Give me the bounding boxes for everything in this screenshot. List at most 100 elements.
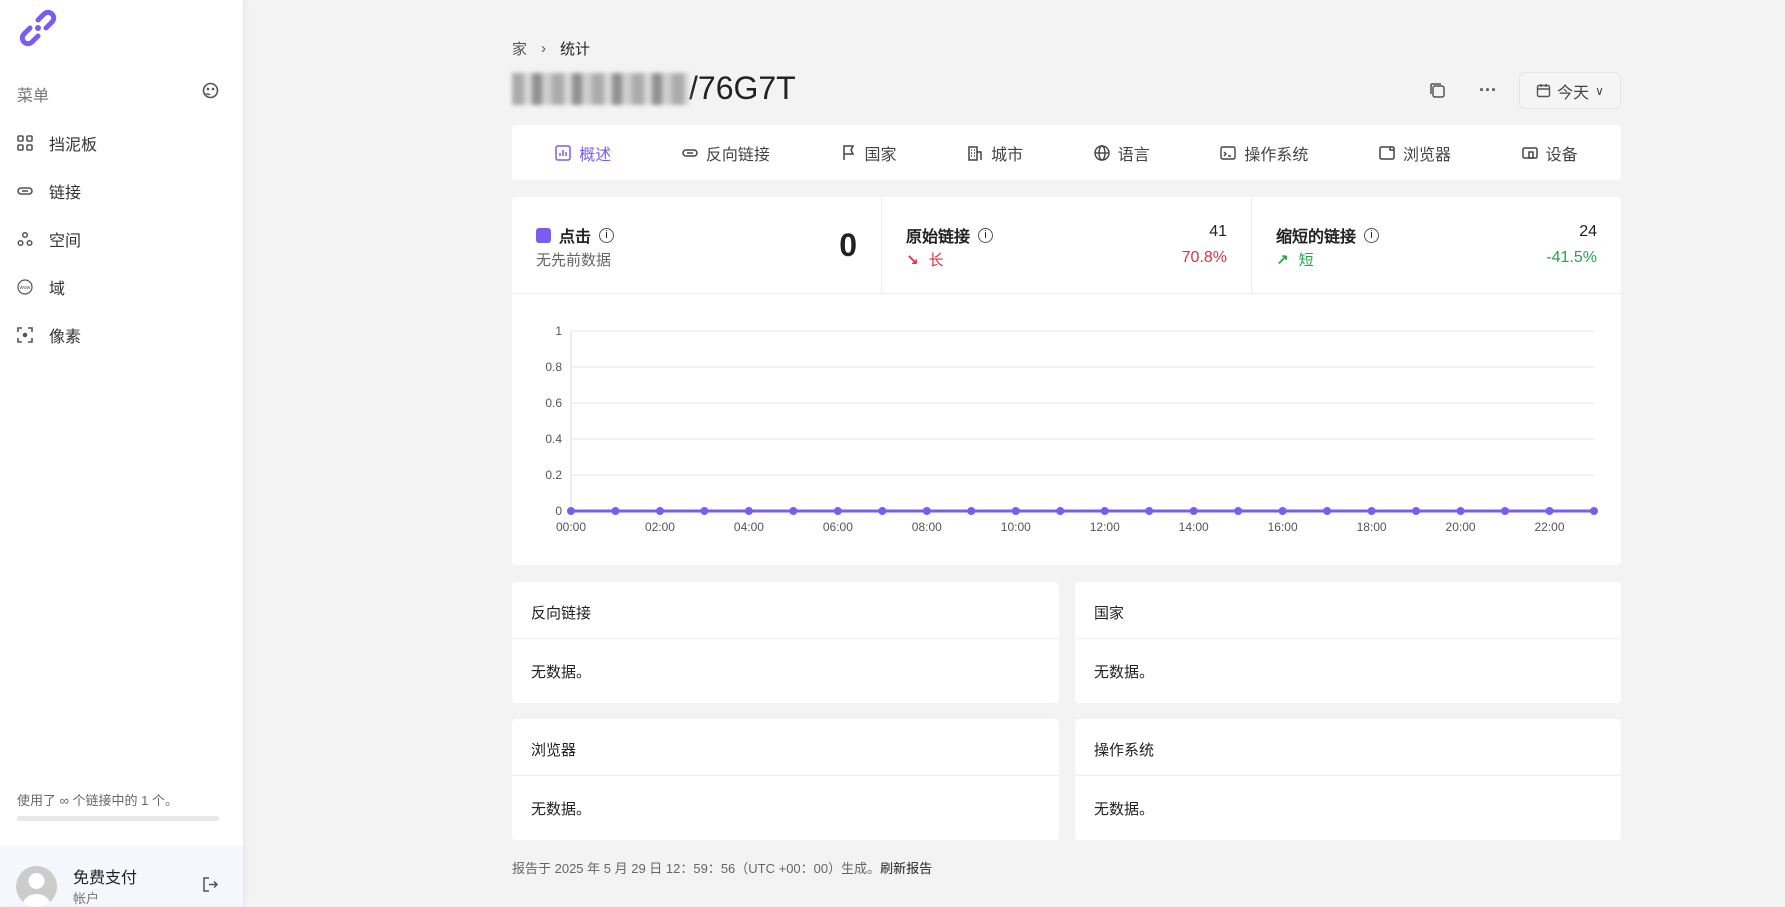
panel-empty: 无数据。 bbox=[531, 664, 592, 681]
x-tick-label: 02:00 bbox=[645, 520, 675, 534]
info-icon[interactable]: i bbox=[978, 227, 994, 243]
sidebar: 菜单 挡泥板 链接 空间 www 域 像素 使用了 ∞ 个链接中的 1 个。 免费… bbox=[0, 0, 243, 907]
data-point bbox=[700, 507, 709, 515]
stat-value: 0 bbox=[839, 227, 857, 263]
pixel-icon bbox=[17, 327, 33, 343]
arrow-up-right-icon: ↗ bbox=[1276, 251, 1289, 269]
theme-icon[interactable] bbox=[202, 82, 219, 99]
page-title: /76G7T bbox=[512, 70, 796, 107]
data-point bbox=[1501, 507, 1510, 515]
data-point bbox=[967, 507, 976, 515]
x-tick-label: 18:00 bbox=[1357, 520, 1387, 534]
account-section[interactable]: 免费支付 帐户 bbox=[0, 846, 243, 907]
panel-title: 操作系统 bbox=[1075, 719, 1621, 776]
account-name: 免费支付 bbox=[73, 870, 138, 887]
sidebar-item-links[interactable]: 链接 bbox=[0, 171, 243, 211]
report-text: 报告于 2025 年 5 月 29 日 12：59：56（UTC +00：00）… bbox=[512, 861, 881, 876]
x-tick-label: 14:00 bbox=[1179, 520, 1209, 534]
breadcrumb-current: 统计 bbox=[560, 41, 591, 58]
y-tick-label: 0.6 bbox=[545, 396, 562, 410]
data-point bbox=[1456, 507, 1465, 515]
panel-title: 国家 bbox=[1075, 582, 1621, 639]
data-point bbox=[567, 507, 575, 515]
ellipsis-icon: ··· bbox=[1479, 80, 1497, 100]
sidebar-item-pixels[interactable]: 像素 bbox=[0, 315, 243, 355]
refresh-report-link[interactable]: 刷新报告 bbox=[880, 861, 932, 876]
logout-icon[interactable] bbox=[202, 876, 219, 893]
x-tick-label: 06:00 bbox=[823, 520, 853, 534]
tab-devices[interactable]: 设备 bbox=[1521, 141, 1578, 165]
spaces-icon bbox=[17, 231, 33, 247]
data-point bbox=[1545, 507, 1554, 515]
info-icon[interactable]: i bbox=[1364, 227, 1380, 243]
data-point bbox=[1590, 507, 1598, 515]
globe-icon bbox=[1094, 144, 1110, 161]
panel-referrers: 反向链接无数据。 bbox=[512, 582, 1059, 703]
data-point bbox=[1323, 507, 1332, 515]
stats-card: 点击 i 无先前数据 0 原始链接 i ↘ 长 41 70.8% 缩短的链接 i ↗ 短 … bbox=[512, 197, 1621, 565]
data-point bbox=[1189, 507, 1198, 515]
clicks-chart: 0 0.2 0.4 0.6 0.8 1 00:00 02:00 04:00 06:00 08:00 1… bbox=[545, 324, 1598, 534]
www-icon: www bbox=[17, 279, 33, 295]
tab-referrers[interactable]: 反向链接 bbox=[682, 141, 770, 165]
logo-icon[interactable] bbox=[16, 6, 60, 50]
tab-languages[interactable]: 语言 bbox=[1094, 141, 1150, 165]
date-range-label: 今天 bbox=[1557, 84, 1590, 102]
stat-label: 点击 bbox=[559, 229, 592, 246]
data-point bbox=[1056, 507, 1065, 515]
flag-icon bbox=[842, 144, 854, 160]
tab-label: 浏览器 bbox=[1403, 146, 1452, 164]
stats-tabs: 概述 反向链接 国家 城市 语言 操作系统 浏览器 设备 bbox=[512, 125, 1621, 180]
x-tick-label: 04:00 bbox=[734, 520, 764, 534]
tab-cities[interactable]: 城市 bbox=[967, 141, 1023, 165]
info-icon[interactable]: i bbox=[599, 227, 615, 243]
data-point bbox=[1145, 507, 1154, 515]
usage-text: 使用了 ∞ 个链接中的 1 个。 bbox=[17, 793, 178, 808]
sidebar-item-domains[interactable]: www 域 bbox=[0, 267, 243, 307]
stat-short-links: 缩短的链接 i ↗ 短 24 -41.5% bbox=[1252, 197, 1621, 293]
stat-percent: 70.8% bbox=[1181, 249, 1227, 266]
sidebar-item-label: 链接 bbox=[49, 185, 82, 202]
sidebar-item-label: 空间 bbox=[49, 233, 82, 250]
tab-countries[interactable]: 国家 bbox=[841, 141, 897, 165]
copy-button[interactable] bbox=[1424, 72, 1450, 109]
stat-label: 缩短的链接 bbox=[1276, 229, 1357, 246]
tab-overview[interactable]: 概述 bbox=[555, 141, 611, 165]
grid-icon bbox=[17, 135, 33, 151]
usage-progress-bar bbox=[17, 816, 219, 821]
data-point bbox=[878, 507, 887, 515]
svg-text:www: www bbox=[20, 285, 31, 291]
date-range-button[interactable]: 今天 ∨ bbox=[1519, 72, 1621, 109]
data-point bbox=[744, 507, 753, 515]
x-tick-label: 22:00 bbox=[1535, 520, 1565, 534]
title-suffix: /76G7T bbox=[689, 70, 796, 106]
panel-os: 操作系统无数据。 bbox=[1075, 719, 1621, 840]
data-point bbox=[922, 507, 931, 515]
sidebar-item-label: 域 bbox=[49, 281, 66, 298]
data-point bbox=[611, 507, 620, 515]
tab-label: 操作系统 bbox=[1244, 146, 1309, 164]
x-tick-label: 00:00 bbox=[556, 520, 586, 534]
devices-icon bbox=[1521, 146, 1538, 159]
y-tick-label: 1 bbox=[555, 324, 562, 338]
panel-title: 反向链接 bbox=[512, 582, 1059, 639]
more-options-button[interactable]: ··· bbox=[1474, 72, 1502, 109]
stat-percent: -41.5% bbox=[1546, 249, 1597, 266]
link-icon bbox=[17, 187, 33, 195]
panel-empty: 无数据。 bbox=[1094, 801, 1155, 818]
chevron-right-icon: › bbox=[541, 40, 547, 57]
building-icon bbox=[968, 145, 982, 161]
panel-title: 浏览器 bbox=[512, 719, 1059, 776]
tab-os[interactable]: 操作系统 bbox=[1220, 141, 1308, 165]
trend-label: 长 bbox=[928, 252, 944, 269]
breadcrumb-home[interactable]: 家 bbox=[512, 38, 527, 59]
calendar-icon bbox=[1536, 84, 1551, 98]
sidebar-item-spaces[interactable]: 空间 bbox=[0, 219, 243, 259]
sidebar-item-dashboard[interactable]: 挡泥板 bbox=[0, 123, 243, 163]
stat-value: 41 bbox=[1209, 223, 1227, 240]
x-tick-label: 16:00 bbox=[1268, 520, 1298, 534]
breadcrumb: 家 › 统计 bbox=[512, 38, 590, 59]
tab-browsers[interactable]: 浏览器 bbox=[1379, 141, 1451, 165]
bar-chart-icon bbox=[555, 144, 572, 161]
stat-clicks: 点击 i 无先前数据 0 bbox=[512, 197, 882, 293]
